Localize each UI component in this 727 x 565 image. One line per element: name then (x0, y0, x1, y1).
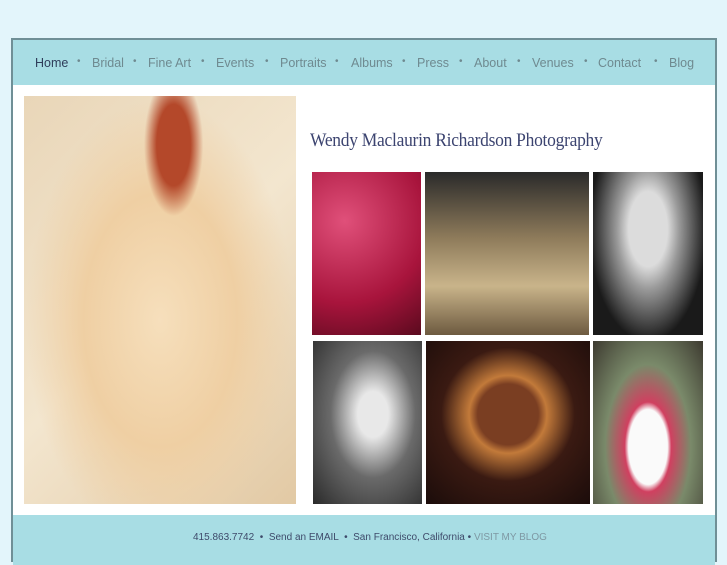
nav-press[interactable]: Press (417, 56, 449, 70)
roses-photo[interactable] (312, 172, 421, 335)
nav-bridal[interactable]: Bridal (92, 56, 124, 70)
flower-girl-photo[interactable] (593, 341, 703, 504)
nav-fine-art[interactable]: Fine Art (148, 56, 191, 70)
site-title: Wendy Maclaurin Richardson Photography (310, 130, 603, 151)
footer-separator: • (467, 532, 472, 543)
nav-albums[interactable]: Albums (351, 56, 393, 70)
footer-separator: • (259, 532, 264, 543)
visit-blog-link[interactable]: VISIT MY BLOG (474, 532, 547, 543)
nav-home[interactable]: Home (35, 56, 68, 70)
nav-venues[interactable]: Venues (532, 56, 574, 70)
caviar-photo[interactable] (426, 341, 590, 504)
footer-separator: • (344, 532, 348, 543)
nav-separator: • (335, 56, 339, 67)
location: San Francisco, California (353, 532, 465, 543)
hero-bride-photo (24, 96, 296, 504)
nav-separator: • (517, 56, 521, 67)
building-photo[interactable] (425, 172, 589, 335)
nav-separator: • (459, 56, 463, 67)
main-nav: Home • Bridal • Fine Art • Events • Port… (13, 40, 715, 85)
nav-separator: • (402, 56, 406, 67)
nav-about[interactable]: About (474, 56, 507, 70)
email-link[interactable]: Send an EMAIL (269, 532, 339, 543)
footer: 415.863.7742 • Send an EMAIL • San Franc… (13, 515, 715, 565)
phone-number: 415.863.7742 (193, 532, 255, 543)
page-frame: Home • Bridal • Fine Art • Events • Port… (11, 38, 717, 565)
nav-separator: • (654, 56, 658, 67)
nav-separator: • (201, 56, 205, 67)
nav-separator: • (77, 56, 81, 67)
groom-portrait-photo[interactable] (593, 172, 703, 335)
dog-photo[interactable] (313, 341, 422, 504)
nav-separator: • (265, 56, 269, 67)
nav-separator: • (584, 56, 588, 67)
nav-separator: • (133, 56, 137, 67)
nav-portraits[interactable]: Portraits (280, 56, 327, 70)
nav-blog[interactable]: Blog (669, 56, 694, 70)
nav-events[interactable]: Events (216, 56, 254, 70)
nav-contact[interactable]: Contact (598, 56, 641, 70)
